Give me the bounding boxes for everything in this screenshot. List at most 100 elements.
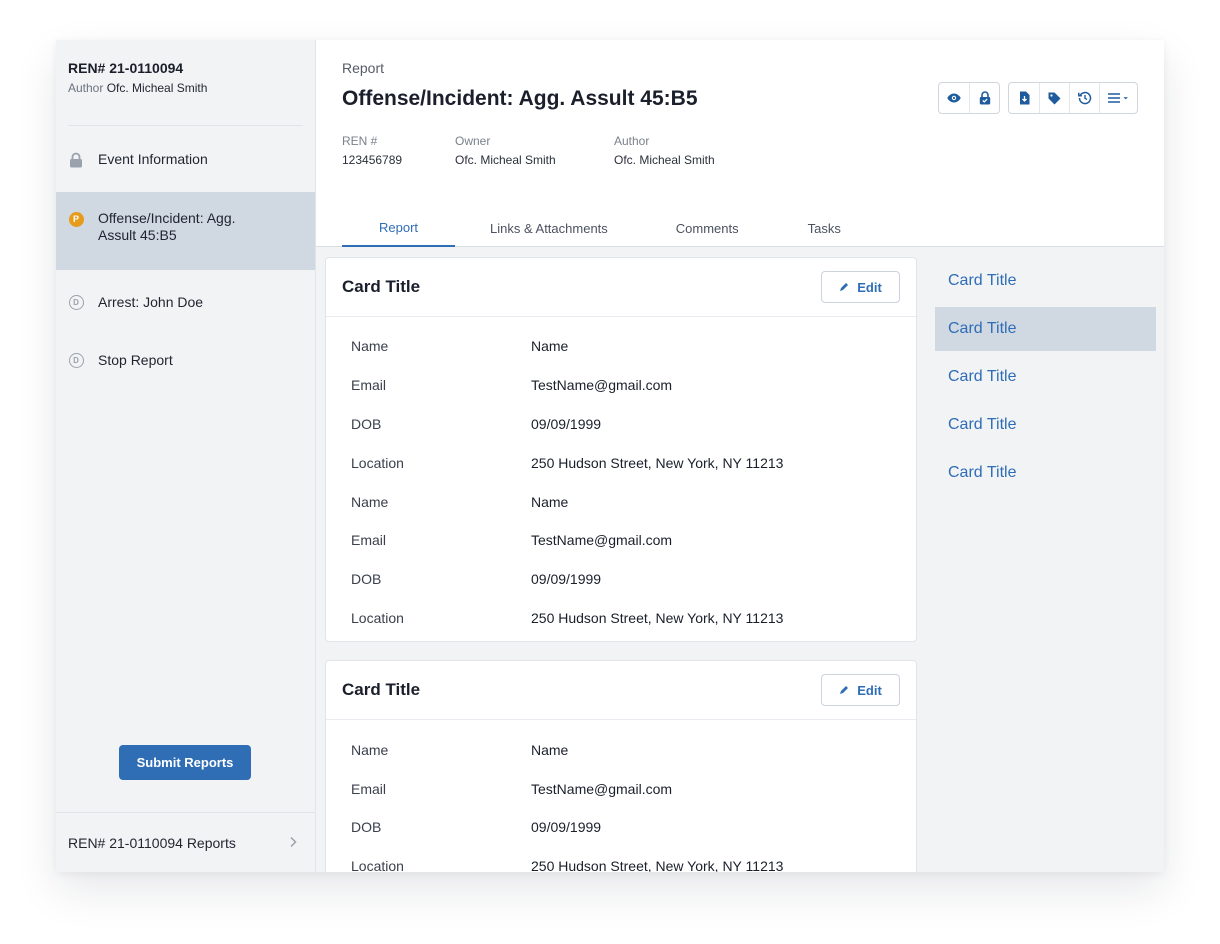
badge-d: D bbox=[68, 295, 84, 310]
field-label: DOB bbox=[351, 415, 382, 432]
status-p-icon: P bbox=[68, 211, 84, 227]
table-row: DOB 09/09/1999 bbox=[351, 808, 916, 847]
field-value: 250 Hudson Street, New York, NY 11213 bbox=[531, 858, 784, 872]
meta-ren: REN # 123456789 bbox=[342, 134, 402, 167]
app-window: REN# 21-0110094 Author Ofc. Micheal Smit… bbox=[56, 40, 1164, 872]
field-label: Name bbox=[351, 741, 389, 758]
card-nav-item[interactable]: Card Title bbox=[935, 355, 1156, 399]
toolbar-group-view bbox=[938, 82, 1000, 114]
file-icon[interactable] bbox=[1009, 83, 1039, 113]
meta-value: 123456789 bbox=[342, 153, 403, 167]
field-value: TestName@gmail.com bbox=[531, 780, 673, 797]
report-tabs: Report Links & Attachments Comments Task… bbox=[342, 209, 841, 247]
meta-key: Owner bbox=[455, 134, 491, 148]
tab-tasks[interactable]: Tasks bbox=[808, 209, 841, 247]
sidebar-header: REN# 21-0110094 Author Ofc. Micheal Smit… bbox=[68, 40, 303, 126]
field-value: Name bbox=[531, 493, 569, 510]
chevron-right-icon bbox=[289, 835, 297, 851]
field-label: Name bbox=[351, 493, 389, 510]
field-label: Email bbox=[351, 780, 387, 797]
submit-reports-button[interactable]: Submit Reports bbox=[119, 745, 251, 780]
field-label: Name bbox=[351, 338, 389, 355]
card-nav-item[interactable]: Card Title bbox=[935, 403, 1156, 447]
card: Card Title Edit Name Name Email TestName@g… bbox=[325, 660, 917, 872]
meta-author: Author Ofc. Micheal Smith bbox=[614, 134, 715, 167]
sidebar-author: Author Ofc. Micheal Smith bbox=[68, 81, 303, 95]
meta-value: Ofc. Micheal Smith bbox=[455, 153, 556, 167]
card-body: Name Name Email TestName@gmail.com DOB 09/0… bbox=[326, 720, 916, 872]
field-value: 250 Hudson Street, New York, NY 11213 bbox=[531, 609, 784, 626]
field-value: Name bbox=[531, 741, 569, 758]
sidebar-item-offense-incident[interactable]: P Offense/Incident: Agg. Assult 45:B5 bbox=[56, 192, 315, 270]
report-header: Report Offense/Incident: Agg. Assult 45:… bbox=[316, 40, 1164, 247]
card-list: Card Title Edit Name Name Email TestName@g… bbox=[325, 257, 917, 872]
table-row: Location 250 Hudson Street, New York, NY … bbox=[351, 443, 916, 482]
table-row: Location 250 Hudson Street, New York, NY … bbox=[351, 847, 916, 872]
sidebar-item-stop-report[interactable]: D Stop Report bbox=[56, 328, 315, 392]
sidebar-item-label: Event Information bbox=[98, 151, 208, 167]
card-nav-item[interactable]: Card Title bbox=[935, 307, 1156, 351]
field-label: Email bbox=[351, 377, 387, 394]
tab-report[interactable]: Report bbox=[342, 209, 455, 247]
pencil-icon bbox=[839, 280, 849, 295]
sidebar-footer-reports-link[interactable]: REN# 21-0110094 Reports bbox=[56, 812, 315, 872]
table-row: Name Name bbox=[351, 327, 916, 366]
field-label: Location bbox=[351, 858, 404, 872]
card-header: Card Title Edit bbox=[326, 258, 916, 317]
table-row: Location 250 Hudson Street, New York, NY … bbox=[351, 599, 916, 638]
tab-links-attachments[interactable]: Links & Attachments bbox=[490, 209, 608, 247]
card-body: Name Name Email TestName@gmail.com DOB 09/0… bbox=[326, 317, 916, 641]
main-panel: Report Offense/Incident: Agg. Assult 45:… bbox=[316, 40, 1164, 872]
pencil-icon bbox=[839, 683, 849, 698]
card: Card Title Edit Name Name Email TestName@g… bbox=[325, 257, 917, 643]
sidebar-item-arrest[interactable]: D Arrest: John Doe bbox=[56, 270, 315, 334]
badge-p: P bbox=[68, 211, 84, 227]
edit-button[interactable]: Edit bbox=[821, 271, 900, 303]
tab-comments[interactable]: Comments bbox=[676, 209, 739, 247]
field-label: Email bbox=[351, 532, 387, 549]
report-content: Card Title Edit Name Name Email TestName@g… bbox=[316, 247, 1164, 872]
meta-key: Author bbox=[614, 134, 650, 148]
card-nav-item[interactable]: Card Title bbox=[935, 451, 1156, 495]
sidebar-author-label: Author bbox=[68, 81, 104, 95]
field-value: TestName@gmail.com bbox=[531, 532, 673, 549]
toolbar-group-actions bbox=[1008, 82, 1138, 114]
field-label: Location bbox=[351, 609, 404, 626]
eye-icon[interactable] bbox=[939, 83, 969, 113]
card-title: Card Title bbox=[342, 277, 421, 296]
card-navigation: Card Title Card Title Card Title Card Ti… bbox=[935, 257, 1156, 872]
meta-owner: Owner Ofc. Micheal Smith bbox=[455, 134, 556, 167]
card-nav-item[interactable]: Card Title bbox=[935, 259, 1156, 303]
lock-icon[interactable] bbox=[969, 83, 999, 113]
field-label: DOB bbox=[351, 571, 382, 588]
sidebar-item-event-information[interactable]: Event Information bbox=[56, 126, 315, 192]
table-row: Email TestName@gmail.com bbox=[351, 521, 916, 560]
sidebar-item-label: Arrest: John Doe bbox=[98, 294, 204, 310]
field-value: 09/09/1999 bbox=[531, 819, 602, 836]
sidebar-ren: REN# 21-0110094 bbox=[68, 60, 184, 76]
badge-d: D bbox=[68, 353, 84, 368]
meta-value: Ofc. Micheal Smith bbox=[614, 153, 715, 167]
history-icon[interactable] bbox=[1069, 83, 1099, 113]
status-d-icon: D bbox=[68, 353, 84, 369]
field-value: 09/09/1999 bbox=[531, 415, 602, 432]
edit-label: Edit bbox=[857, 279, 882, 295]
sidebar-item-label: Offense/Incident: Agg. Assult 45:B5 bbox=[98, 210, 236, 243]
table-row: Name Name bbox=[351, 482, 916, 521]
header-toolbar bbox=[938, 82, 1138, 114]
edit-label: Edit bbox=[857, 682, 882, 698]
sidebar-footer-label: REN# 21-0110094 Reports bbox=[68, 834, 236, 851]
card-header: Card Title Edit bbox=[326, 661, 916, 721]
field-value: 09/09/1999 bbox=[531, 571, 602, 588]
table-row: Name Name bbox=[351, 730, 916, 769]
tag-icon[interactable] bbox=[1039, 83, 1069, 113]
menu-icon[interactable] bbox=[1099, 83, 1137, 113]
header-kicker: Report bbox=[342, 60, 385, 76]
table-row: Email TestName@gmail.com bbox=[351, 366, 916, 405]
field-value: 250 Hudson Street, New York, NY 11213 bbox=[531, 454, 784, 471]
edit-button[interactable]: Edit bbox=[821, 674, 900, 707]
sidebar-author-name: Ofc. Micheal Smith bbox=[106, 81, 208, 95]
sidebar-item-label: Stop Report bbox=[98, 352, 173, 368]
card-title: Card Title bbox=[342, 680, 421, 700]
table-row: DOB 09/09/1999 bbox=[351, 405, 916, 444]
